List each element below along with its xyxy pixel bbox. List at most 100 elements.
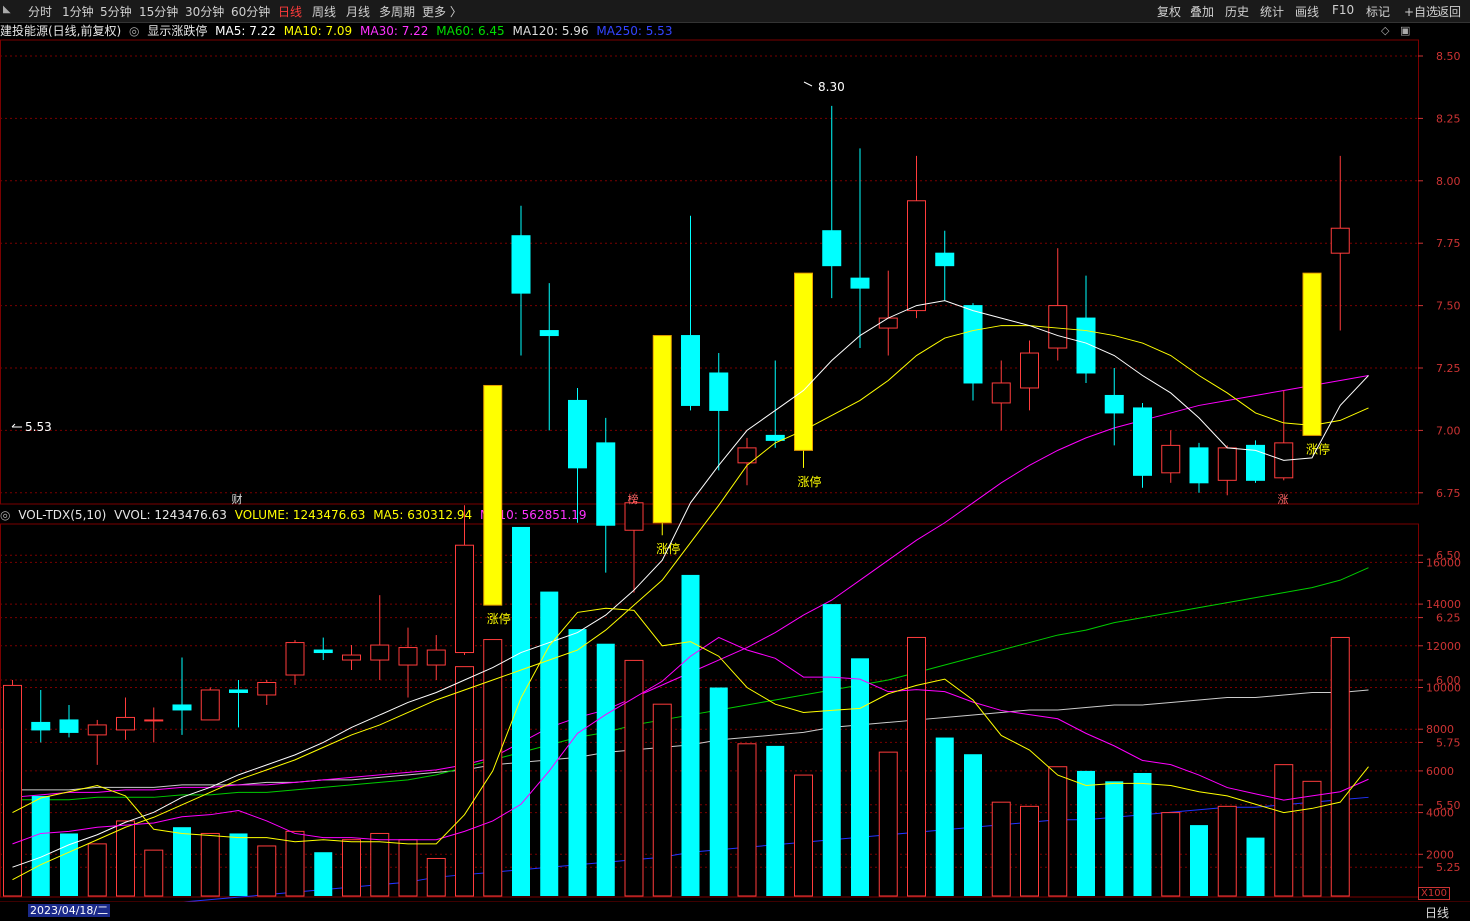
volume-bar	[1274, 764, 1294, 897]
volume-bar	[116, 820, 135, 897]
volume-bar	[31, 795, 50, 896]
volume-bar	[398, 839, 418, 897]
candle-body	[455, 544, 474, 654]
candle-body	[1133, 407, 1152, 476]
candle-body	[511, 235, 531, 294]
candle-body	[426, 649, 446, 666]
price-tick-label: 7.00	[1436, 424, 1461, 437]
price-tick-label: 5.25	[1436, 861, 1461, 874]
volume-tick-label: 12000	[1426, 640, 1461, 653]
candle-body	[285, 642, 305, 676]
candle-body	[1189, 447, 1209, 484]
candle-body	[935, 252, 955, 267]
volume-bar	[737, 743, 757, 897]
volume-bar	[1190, 825, 1208, 896]
limit-up-label: 涨停	[487, 611, 511, 626]
price-tick-label: 5.75	[1436, 736, 1461, 749]
price-tick-label: 8.00	[1436, 175, 1461, 188]
volume-bar	[1217, 805, 1237, 897]
candle-body	[709, 372, 729, 411]
min-price-annotation: 5.53	[25, 420, 52, 434]
candle-body	[398, 647, 418, 666]
volume-bar	[907, 636, 926, 897]
price-tick-label: 8.50	[1436, 50, 1461, 63]
volume-bar	[964, 754, 982, 896]
price-tick-label: 7.75	[1436, 237, 1461, 250]
volume-bar	[1330, 636, 1350, 897]
volume-bar	[766, 745, 785, 896]
volume-bar	[878, 751, 898, 897]
time-axis	[0, 902, 1470, 919]
candle-body	[568, 399, 587, 469]
candle-body	[822, 230, 842, 267]
volume-tick-label: 2000	[1426, 848, 1454, 861]
candle-body	[257, 681, 277, 696]
candle-body	[31, 721, 51, 731]
candle-body	[1302, 272, 1322, 436]
volume-bar	[512, 526, 530, 896]
volume-bar	[87, 843, 107, 897]
volume-bar	[596, 643, 615, 896]
volume-bar	[681, 574, 700, 896]
volume-tick-label: 4000	[1426, 807, 1454, 820]
event-marker-0: 财	[232, 492, 243, 506]
candle-body	[624, 502, 644, 531]
volume-bar	[229, 833, 248, 896]
volume-bar	[624, 659, 644, 897]
candle-body	[681, 335, 700, 406]
volume-bar	[935, 737, 954, 896]
volume-bar	[1048, 766, 1068, 897]
candle-body	[1104, 394, 1124, 414]
candle-body	[991, 382, 1011, 404]
volume-bar	[1133, 772, 1152, 896]
candle-body	[342, 654, 361, 661]
volume-bar	[455, 666, 474, 897]
max-arrow-icon	[803, 81, 813, 87]
limit-up-label: 涨停	[1306, 441, 1330, 456]
volume-bar	[822, 604, 841, 896]
volume-bar	[794, 774, 813, 897]
volume-bar	[200, 832, 220, 897]
volume-tick-label: 10000	[1426, 682, 1461, 695]
price-tick-label: 7.50	[1436, 300, 1461, 313]
price-tick-label: 8.25	[1436, 112, 1461, 125]
candle-body	[370, 644, 390, 661]
limit-up-label: 涨停	[797, 474, 821, 489]
volume-tick-label: 8000	[1426, 723, 1454, 736]
price-panel-frame	[0, 39, 1419, 505]
volume-bar	[1105, 781, 1124, 896]
candle-body	[1020, 352, 1039, 389]
candle-body	[313, 649, 333, 654]
volume-bar	[3, 684, 22, 897]
volume-bar	[144, 849, 164, 897]
candle-body	[850, 277, 870, 289]
volume-bar	[370, 832, 390, 897]
volume-unit: X100	[1418, 887, 1450, 900]
price-tick-label: 6.75	[1436, 487, 1461, 500]
candle-body	[963, 305, 983, 384]
candle-body	[878, 317, 898, 329]
candle-body	[794, 272, 813, 451]
volume-bar	[314, 852, 333, 896]
volume-bar	[652, 703, 672, 897]
kline-chart[interactable]: 8.508.258.007.757.507.257.006.756.506.25…	[0, 0, 1470, 919]
volume-bar	[991, 801, 1011, 897]
max-price-annotation: 8.30	[818, 80, 845, 94]
candle-body	[539, 330, 559, 337]
volume-bar	[173, 827, 191, 896]
candle-body	[1217, 447, 1237, 481]
candle-body	[1048, 305, 1068, 349]
volume-bar	[426, 857, 446, 897]
min-arrow-icon	[11, 423, 22, 428]
volume-bar	[342, 839, 361, 897]
candle-body	[59, 719, 79, 733]
candle-body	[1330, 227, 1350, 254]
candle-body	[87, 724, 107, 736]
volume-bar	[257, 845, 277, 897]
volume-bar	[540, 591, 559, 896]
candle-body	[1161, 444, 1181, 474]
period-label[interactable]: 日线	[1425, 904, 1449, 921]
volume-tick-label: 14000	[1426, 598, 1461, 611]
price-tick-label: 7.25	[1436, 362, 1461, 375]
cursor-date: 2023/04/18/二	[28, 904, 111, 917]
